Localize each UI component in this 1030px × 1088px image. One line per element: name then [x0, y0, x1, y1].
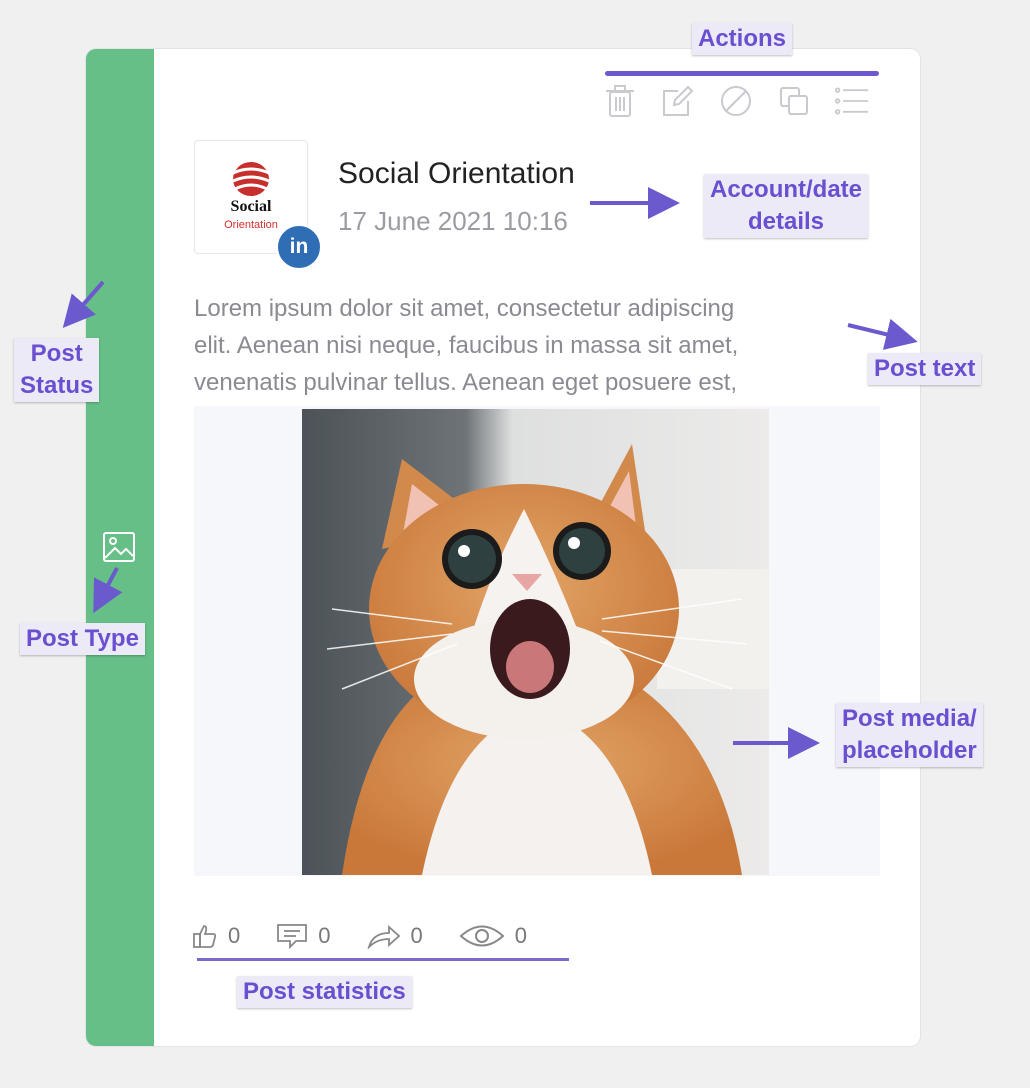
- statistics-underline: [197, 958, 569, 961]
- annotation-actions: Actions: [692, 23, 793, 55]
- views-stat: 0: [459, 923, 527, 949]
- post-statistics: 0 0 0 0: [192, 923, 563, 949]
- disable-button[interactable]: [718, 83, 754, 119]
- annotation-post-statistics-text: Post statistics: [243, 978, 406, 1005]
- linkedin-badge-icon: in: [276, 224, 322, 270]
- annotation-post-text: Post text: [868, 353, 982, 385]
- eye-icon: [459, 925, 505, 947]
- post-status-bar: [86, 49, 154, 1046]
- logo-icon: [232, 162, 270, 196]
- likes-count: 0: [228, 923, 241, 948]
- annotation-post-status-line1: Post: [30, 340, 83, 367]
- delete-button[interactable]: [602, 83, 638, 119]
- like-icon: [193, 925, 217, 948]
- annotation-post-type-text: Post Type: [26, 625, 139, 652]
- annotation-post-status-line2: Status: [20, 372, 94, 399]
- post-text: Lorem ipsum dolor sit amet, consectetur …: [194, 295, 739, 396]
- annotation-account-date-line1: Account/date: [710, 176, 863, 203]
- block-icon: [721, 86, 751, 116]
- annotation-account-date: Account/date details: [704, 174, 869, 238]
- trash-icon: [606, 85, 634, 117]
- list-icon: [834, 87, 869, 115]
- details-button[interactable]: [834, 83, 870, 119]
- edit-icon: [663, 85, 694, 116]
- post-date: 17 June 2021 10:16: [338, 206, 568, 236]
- shares-count: 0: [410, 923, 423, 948]
- annotation-post-media: Post media/ placeholder: [836, 703, 983, 767]
- annotation-post-statistics: Post statistics: [237, 976, 412, 1008]
- likes-stat: 0: [192, 923, 240, 949]
- annotation-post-media-line1: Post media/: [842, 705, 977, 732]
- comments-count: 0: [318, 923, 331, 948]
- share-icon: [366, 924, 400, 949]
- views-count: 0: [514, 923, 527, 948]
- comments-stat: 0: [276, 923, 331, 949]
- annotation-post-status: Post Status: [14, 338, 100, 402]
- post-media[interactable]: [194, 406, 880, 876]
- copy-icon: [780, 87, 808, 115]
- edit-button[interactable]: [660, 83, 696, 119]
- post-actions: [602, 83, 870, 119]
- annotation-post-media-line2: placeholder: [842, 737, 977, 764]
- logo-text-social: Social: [230, 198, 272, 215]
- shares-stat: 0: [366, 923, 423, 949]
- annotation-post-text-label: Post text: [874, 355, 976, 382]
- comment-icon: [277, 924, 308, 949]
- annotation-actions-text: Actions: [698, 25, 787, 52]
- annotation-account-date-line2: details: [747, 208, 825, 235]
- annotation-post-type: Post Type: [20, 623, 145, 655]
- actions-underline: [605, 71, 879, 76]
- duplicate-button[interactable]: [776, 83, 812, 119]
- account-name[interactable]: Social Orientation: [338, 157, 575, 191]
- cat-photo: [302, 409, 769, 875]
- image-icon: [103, 532, 135, 562]
